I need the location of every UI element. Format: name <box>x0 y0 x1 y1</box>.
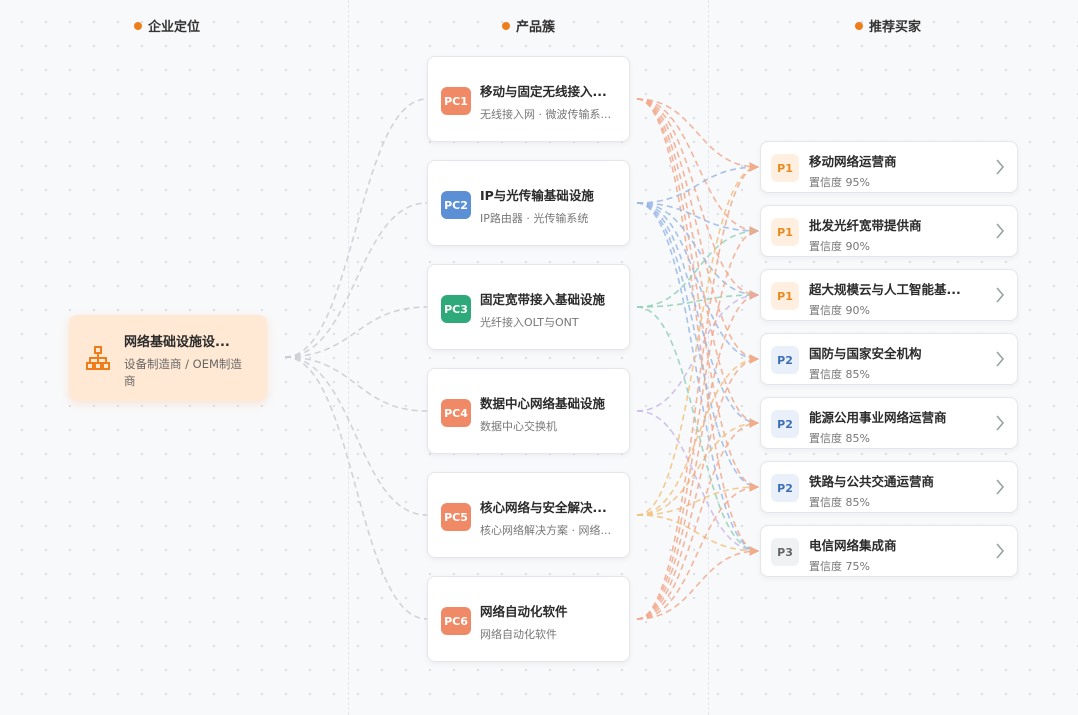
product-subtitle: IP路由器 · 光传输系统 <box>480 212 589 225</box>
buyer-card[interactable]: P1 批发光纤宽带提供商 置信度 90% <box>760 205 1018 257</box>
buyer-confidence: 置信度 85% <box>809 368 870 381</box>
product-buyer-link <box>636 162 759 620</box>
priority-badge: P2 <box>771 410 799 438</box>
buyer-confidence: 置信度 75% <box>809 560 870 573</box>
buyer-confidence: 置信度 90% <box>809 304 870 317</box>
company-link <box>284 306 428 358</box>
product-title: 移动与固定无线接入... <box>480 84 607 99</box>
chevron-right-icon[interactable] <box>995 350 1005 368</box>
chevron-right-icon[interactable] <box>995 542 1005 560</box>
priority-badge: P2 <box>771 474 799 502</box>
company-link <box>284 356 428 412</box>
buyer-confidence: 置信度 90% <box>809 240 870 253</box>
product-buyer-link <box>636 290 759 620</box>
product-code-badge: PC5 <box>441 503 471 531</box>
company-link <box>284 356 428 620</box>
buyer-name: 能源公用事业网络运营商 <box>809 410 947 425</box>
product-card[interactable]: PC5 核心网络与安全解决... 核心网络解决方案 · 网络... <box>427 472 630 558</box>
priority-badge: P2 <box>771 346 799 374</box>
buyer-card[interactable]: P2 国防与国家安全机构 置信度 85% <box>760 333 1018 385</box>
priority-badge: P1 <box>771 218 799 246</box>
product-code-badge: PC3 <box>441 295 471 323</box>
product-buyer-link <box>636 202 759 556</box>
product-subtitle: 核心网络解决方案 · 网络... <box>480 524 611 537</box>
buyer-name: 批发光纤宽带提供商 <box>809 218 922 233</box>
chevron-right-icon[interactable] <box>995 158 1005 176</box>
product-title: 核心网络与安全解决... <box>480 500 607 515</box>
buyer-card[interactable]: P1 超大规模云与人工智能基... 置信度 90% <box>760 269 1018 321</box>
buyer-name: 电信网络集成商 <box>809 538 897 553</box>
product-card[interactable]: PC4 数据中心网络基础设施 数据中心交换机 <box>427 368 630 454</box>
company-subtitle: 设备制造商 / OEM制造商 <box>124 357 242 388</box>
buyer-name: 移动网络运营商 <box>809 154 897 169</box>
priority-badge: P1 <box>771 154 799 182</box>
product-subtitle: 网络自动化软件 <box>480 628 557 641</box>
product-code-badge: PC1 <box>441 87 471 115</box>
product-buyer-link <box>636 162 759 516</box>
buyer-confidence: 置信度 95% <box>809 176 870 189</box>
product-card[interactable]: PC6 网络自动化软件 网络自动化软件 <box>427 576 630 662</box>
product-card[interactable]: PC1 移动与固定无线接入... 无线接入网 · 微波传输系... <box>427 56 630 142</box>
buyer-name: 国防与国家安全机构 <box>809 346 922 361</box>
company-link <box>284 98 428 358</box>
product-buyer-link <box>636 98 759 428</box>
buyer-confidence: 置信度 85% <box>809 496 870 509</box>
product-buyer-link <box>636 418 759 620</box>
product-buyer-link <box>636 98 759 300</box>
chevron-right-icon[interactable] <box>995 286 1005 304</box>
org-chart-icon <box>86 346 110 370</box>
buyer-card[interactable]: P2 铁路与公共交通运营商 置信度 85% <box>760 461 1018 513</box>
company-card[interactable]: 网络基础设施设... 设备制造商 / OEM制造商 <box>69 315 267 401</box>
priority-badge: P1 <box>771 282 799 310</box>
product-card[interactable]: PC2 IP与光传输基础设施 IP路由器 · 光传输系统 <box>427 160 630 246</box>
company-link <box>284 202 428 358</box>
product-code-badge: PC6 <box>441 607 471 635</box>
product-code-badge: PC2 <box>441 191 471 219</box>
product-card[interactable]: PC3 固定宽带接入基础设施 光纤接入OLT与ONT <box>427 264 630 350</box>
product-subtitle: 数据中心交换机 <box>480 420 557 433</box>
buyer-name: 超大规模云与人工智能基... <box>809 282 961 297</box>
chevron-right-icon[interactable] <box>995 478 1005 496</box>
chevron-right-icon[interactable] <box>995 222 1005 240</box>
chevron-right-icon[interactable] <box>995 414 1005 432</box>
priority-badge: P3 <box>771 538 799 566</box>
buyer-card[interactable]: P1 移动网络运营商 置信度 95% <box>760 141 1018 193</box>
buyer-card[interactable]: P2 能源公用事业网络运营商 置信度 85% <box>760 397 1018 449</box>
product-title: 数据中心网络基础设施 <box>480 396 606 411</box>
product-title: 网络自动化软件 <box>480 604 568 619</box>
buyer-confidence: 置信度 85% <box>809 432 870 445</box>
product-code-badge: PC4 <box>441 399 471 427</box>
company-title: 网络基础设施设... <box>124 335 230 350</box>
buyer-name: 铁路与公共交通运营商 <box>809 474 935 489</box>
product-title: IP与光传输基础设施 <box>480 188 594 203</box>
buyer-card[interactable]: P3 电信网络集成商 置信度 75% <box>760 525 1018 577</box>
product-subtitle: 光纤接入OLT与ONT <box>480 316 579 329</box>
product-subtitle: 无线接入网 · 微波传输系... <box>480 108 611 121</box>
product-title: 固定宽带接入基础设施 <box>480 292 606 307</box>
product-buyer-link <box>636 98 759 556</box>
company-link <box>284 356 428 516</box>
